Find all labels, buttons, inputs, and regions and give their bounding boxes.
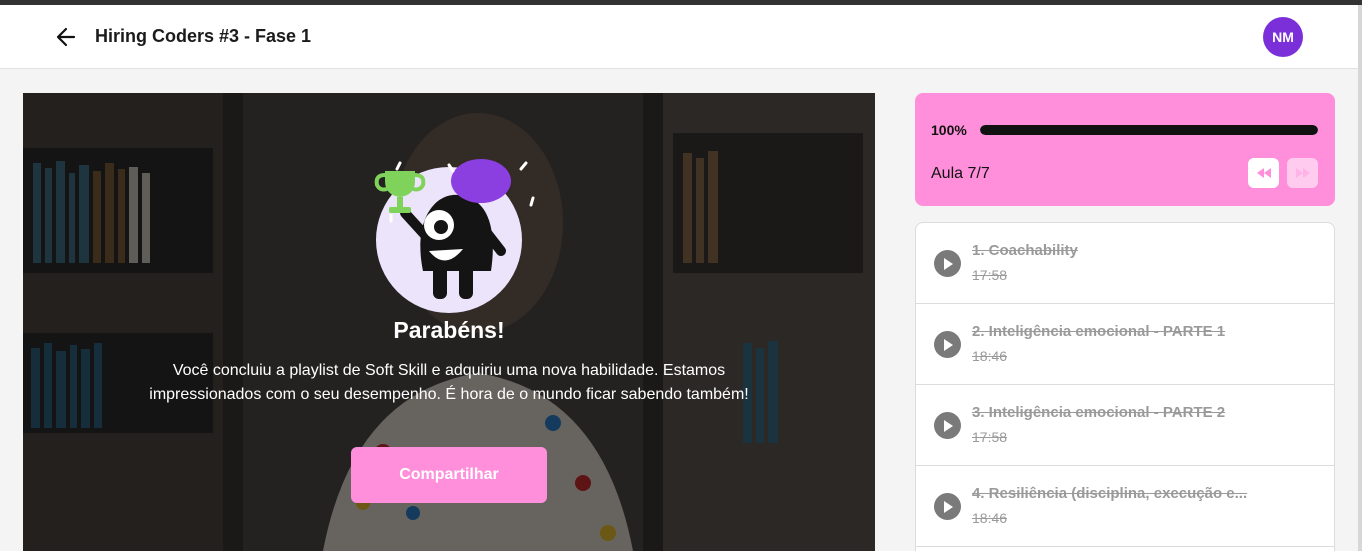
- trophy-mascot-illustration: [374, 159, 535, 313]
- lesson-duration: 18:46: [972, 510, 1008, 526]
- course-title: Hiring Coders #3 - Fase 1: [95, 26, 312, 46]
- play-icon: [934, 493, 961, 520]
- rewind-icon: [1256, 168, 1271, 178]
- share-button[interactable]: Compartilhar: [351, 447, 547, 503]
- top-header: Hiring Coders #3 - Fase 1 NM: [0, 5, 1358, 69]
- back-arrow-icon[interactable]: [54, 25, 80, 49]
- lesson-item[interactable]: 1. Coachability 17:58: [916, 223, 1334, 304]
- lesson-item[interactable]: 4. Resiliência (disciplina, execução e..…: [916, 466, 1334, 547]
- video-player[interactable]: Parabéns! Você concluiu a playlist de So…: [23, 93, 875, 551]
- lesson-duration: 17:58: [972, 429, 1008, 445]
- progress-card: 100% Aula 7/7: [915, 93, 1335, 206]
- lesson-duration: 18:46: [972, 348, 1008, 364]
- fast-forward-icon: [1295, 168, 1310, 178]
- lesson-duration: 17:58: [972, 267, 1008, 283]
- previous-lesson-button[interactable]: [1248, 158, 1279, 188]
- play-icon: [934, 412, 961, 439]
- congrats-message: Você concluiu a playlist de Soft Skill e…: [149, 362, 749, 403]
- next-lesson-button[interactable]: [1287, 158, 1318, 188]
- lesson-title: 4. Resiliência (disciplina, execução e..…: [972, 485, 1248, 502]
- progress-percent: 100%: [931, 122, 967, 138]
- lesson-title: 1. Coachability: [972, 242, 1078, 259]
- lesson-list: 1. Coachability 17:58 2. Inteligência em…: [915, 222, 1335, 551]
- user-avatar[interactable]: NM: [1263, 17, 1303, 57]
- lesson-item[interactable]: 3. Inteligência emocional - PARTE 2 17:5…: [916, 385, 1334, 466]
- congrats-heading: Parabéns!: [393, 317, 505, 343]
- play-icon: [934, 250, 961, 277]
- progress-bar: [980, 125, 1318, 135]
- lesson-item[interactable]: 2. Inteligência emocional - PARTE 1 18:4…: [916, 304, 1334, 385]
- progress-bar-fill: [980, 125, 1318, 135]
- page-scrollbar[interactable]: [1358, 5, 1362, 551]
- lesson-title: 2. Inteligência emocional - PARTE 1: [972, 323, 1226, 340]
- play-icon: [934, 331, 961, 358]
- lesson-counter: Aula 7/7: [931, 165, 990, 182]
- lesson-title: 3. Inteligência emocional - PARTE 2: [972, 404, 1226, 421]
